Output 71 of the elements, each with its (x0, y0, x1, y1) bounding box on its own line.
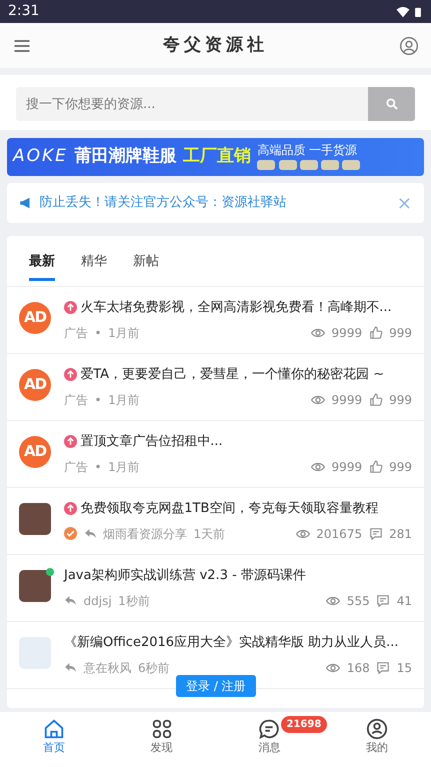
product-thumbnail (321, 160, 340, 170)
banner-highlight: 工厂直销 (182, 145, 251, 168)
post-time: 1月前 (108, 392, 140, 408)
post-title[interactable]: 置顶文章广告位招租中... (80, 432, 223, 451)
tab[interactable]: 精华 (81, 246, 107, 280)
banner-brand: AOKE (13, 145, 68, 168)
like-count: 999 (389, 458, 412, 476)
post-author: 意在秋风 (84, 660, 132, 676)
grid-icon (150, 718, 173, 740)
product-thumbnail (342, 160, 360, 170)
post-time: 1月前 (108, 458, 140, 476)
comment-count: 41 (396, 592, 412, 610)
comment-icon (368, 526, 383, 540)
view-count: 9999 (332, 458, 362, 476)
comment-icon (376, 594, 390, 608)
site-title: 夸父资源社 (163, 34, 268, 57)
view-count: 9999 (332, 392, 362, 408)
like-count: 999 (389, 324, 412, 342)
chat-icon (258, 718, 280, 740)
dot-separator: • (94, 392, 102, 408)
thumbs-up-icon (368, 392, 383, 406)
like-count: 999 (389, 392, 412, 408)
view-count: 555 (346, 592, 370, 610)
comment-count: 281 (389, 526, 412, 542)
search-icon (384, 97, 398, 111)
product-thumbnail (278, 160, 297, 170)
comment-count: 15 (396, 660, 412, 676)
wifi-icon (396, 4, 410, 18)
product-thumbnail (257, 160, 276, 170)
post-author: 烟雨看资源分享 (103, 526, 187, 542)
post-title[interactable]: 火车太堵免费影视，全网高清影视免费看！高峰期不... (80, 298, 392, 317)
view-count: 168 (346, 660, 370, 676)
search-field[interactable]: 搜一下你想要的资源... (16, 87, 368, 121)
tab[interactable]: 新帖 (133, 246, 159, 280)
nav-tab[interactable]: 发现 (108, 712, 216, 767)
post-author: 广告 (64, 392, 88, 408)
dot-separator: • (94, 458, 102, 476)
banner-headline: 莆田潮牌鞋服 (74, 145, 176, 168)
post-time: 6秒前 (138, 660, 170, 676)
nav-tab[interactable]: 首页 (0, 712, 108, 767)
thumbs-up-icon (368, 460, 383, 474)
post-title[interactable]: 《新编Office2016应用大全》实战精华版 助力从业人员... (64, 632, 399, 652)
post-title[interactable]: Java架构师实战训练营 v2.3 - 带源码课件 (64, 566, 306, 585)
post-title[interactable]: 爱TA，更要爱自己，爱彗星，一个懂你的秘密花园 ~ (80, 364, 384, 384)
post-author: ddjsj (84, 592, 112, 610)
view-count: 9999 (332, 324, 362, 342)
dot-separator: • (94, 324, 102, 342)
avatar-photo (19, 502, 51, 534)
search-button[interactable] (368, 87, 415, 121)
tab[interactable]: 最新 (29, 246, 55, 280)
home-icon (42, 718, 65, 740)
clock: 2:31 (8, 2, 40, 21)
view-count: 201675 (316, 526, 362, 542)
ad-avatar: AD (19, 368, 51, 400)
post-author: 广告 (64, 458, 88, 476)
post-time: 1天前 (194, 526, 226, 542)
product-thumbnail (300, 160, 318, 170)
user-icon (399, 36, 419, 56)
user-icon (366, 718, 388, 740)
ad-banner[interactable]: AOKE 莆田潮牌鞋服 工厂直销 高端品质 一手货源 (7, 138, 424, 176)
ad-avatar: AD (19, 302, 51, 334)
thumbs-up-icon (368, 326, 383, 340)
post-time: 1秒前 (118, 592, 150, 610)
comment-icon (376, 660, 390, 674)
post-time: 1月前 (108, 324, 140, 342)
ad-avatar: AD (19, 436, 51, 468)
post-title[interactable]: 免费领取夸克网盘1TB空间，夸克每天领取容量教程 (80, 498, 378, 518)
notice-text: 防止丢失！请关注官方公众号：资源社驿站 (40, 194, 288, 212)
notification-badge: 21698 (280, 716, 328, 733)
post-author: 广告 (64, 324, 88, 342)
banner-tagline: 高端品质 一手货源 (257, 144, 358, 157)
